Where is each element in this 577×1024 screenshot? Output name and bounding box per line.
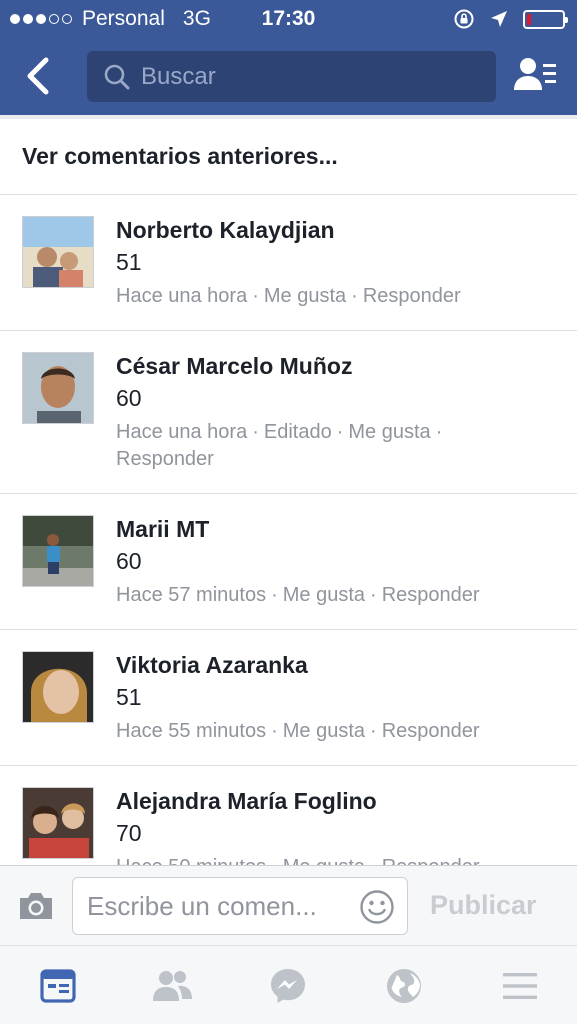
search-input[interactable] <box>141 62 481 91</box>
meta-separator: · <box>351 285 358 307</box>
meta-separator: · <box>271 856 278 865</box>
notifications-globe-icon <box>387 969 421 1003</box>
search-icon <box>104 64 130 89</box>
comment-time: Hace 50 minutos <box>116 856 266 865</box>
comment-author[interactable]: Marii MT <box>116 514 555 544</box>
meta-separator: · <box>252 421 259 443</box>
edited-label: Editado <box>263 421 332 443</box>
battery-icon <box>523 9 568 29</box>
comment-author[interactable]: César Marcelo Muñoz <box>116 351 555 381</box>
bottom-tab-bar <box>0 945 577 1024</box>
comments-list: Ver comentarios anteriores... Norberto K… <box>0 115 577 865</box>
comment-item: Viktoria Azaranka 51 Hace 55 minutos · Me … <box>0 630 577 766</box>
comment-time: Hace 57 minutos <box>116 584 267 606</box>
emoji-smiley-icon[interactable] <box>359 889 395 925</box>
comment-text: 51 <box>116 684 142 710</box>
comment-composer: Publicar <box>0 865 577 945</box>
menu-icon <box>503 973 537 999</box>
comment-text: 70 <box>116 820 142 846</box>
comment-author[interactable]: Norberto Kalaydjian <box>116 215 555 245</box>
comment-item: Norberto Kalaydjian 51 Hace una hora · Me … <box>0 195 577 331</box>
camera-icon[interactable] <box>17 890 55 922</box>
meta-separator: · <box>370 720 377 742</box>
avatar[interactable] <box>22 216 94 288</box>
meta-separator: · <box>370 584 377 606</box>
search-bar[interactable] <box>87 51 496 102</box>
comment-meta: Hace 55 minutos · Me gusta · Responder <box>116 718 555 745</box>
avatar[interactable] <box>22 651 94 723</box>
avatar[interactable] <box>22 352 94 424</box>
comment-text: 51 <box>116 249 142 275</box>
view-previous-comments-link[interactable]: Ver comentarios anteriores... <box>0 115 577 195</box>
like-link[interactable]: Me gusta <box>283 720 365 742</box>
reply-link[interactable]: Responder <box>382 856 480 865</box>
like-link[interactable]: Me gusta <box>348 421 430 443</box>
meta-separator: · <box>271 584 278 606</box>
comment-item: Alejandra María Foglino 70 Hace 50 minut… <box>0 766 577 865</box>
tab-messenger[interactable] <box>266 966 310 1006</box>
messenger-icon <box>271 969 305 1003</box>
comment-input[interactable] <box>87 890 357 922</box>
comment-meta: Hace 57 minutos · Me gusta · Responder <box>116 582 555 609</box>
meta-separator: · <box>336 421 344 443</box>
comment-meta: Hace una hora · Me gusta · Responder <box>116 283 555 310</box>
comment-item: César Marcelo Muñoz 60 Hace una hora · Edi… <box>0 331 577 494</box>
top-bar: Personal 3G 17:30 <box>0 0 577 115</box>
avatar[interactable] <box>22 515 94 587</box>
comment-time: Hace una hora <box>116 421 248 443</box>
back-arrow-icon[interactable] <box>22 56 58 96</box>
friend-requests-icon <box>153 971 192 1001</box>
nav-bar <box>0 38 577 115</box>
friend-list-icon[interactable] <box>513 56 557 94</box>
reply-link[interactable]: Responder <box>116 448 214 470</box>
reply-link[interactable]: Responder <box>382 584 480 606</box>
meta-separator: · <box>271 720 278 742</box>
tab-news-feed[interactable] <box>36 966 80 1006</box>
like-link[interactable]: Me gusta <box>283 856 365 865</box>
meta-separator: · <box>370 856 377 865</box>
reply-link[interactable]: Responder <box>382 720 480 742</box>
meta-separator: · <box>252 285 259 307</box>
meta-separator: · <box>435 421 443 443</box>
rotation-lock-icon <box>454 9 474 29</box>
comment-meta: Hace 50 minutos · Me gusta · Responder <box>116 854 555 865</box>
comment-text: 60 <box>116 385 142 411</box>
comment-meta: Hace una hora · Editado · Me gusta · Responder <box>116 419 555 473</box>
comment-time: Hace 55 minutos <box>116 720 267 742</box>
tab-friend-requests[interactable] <box>150 966 194 1006</box>
news-feed-icon <box>40 969 76 1003</box>
tab-notifications[interactable] <box>382 966 426 1006</box>
comment-time: Hace una hora <box>116 285 248 307</box>
like-link[interactable]: Me gusta <box>283 584 365 606</box>
tab-menu[interactable] <box>498 966 542 1006</box>
reply-link[interactable]: Responder <box>363 285 461 307</box>
publish-button[interactable]: Publicar <box>430 890 537 921</box>
comment-input-box[interactable] <box>72 877 408 935</box>
like-link[interactable]: Me gusta <box>264 285 346 307</box>
avatar[interactable] <box>22 787 94 859</box>
location-arrow-icon <box>491 11 507 27</box>
comment-text: 60 <box>116 548 142 574</box>
comment-item: Marii MT 60 Hace 57 minutos · Me gusta · Res… <box>0 494 577 630</box>
comment-author[interactable]: Viktoria Azaranka <box>116 650 555 680</box>
comment-author[interactable]: Alejandra María Foglino <box>116 786 555 816</box>
status-bar: Personal 3G 17:30 <box>0 0 577 38</box>
